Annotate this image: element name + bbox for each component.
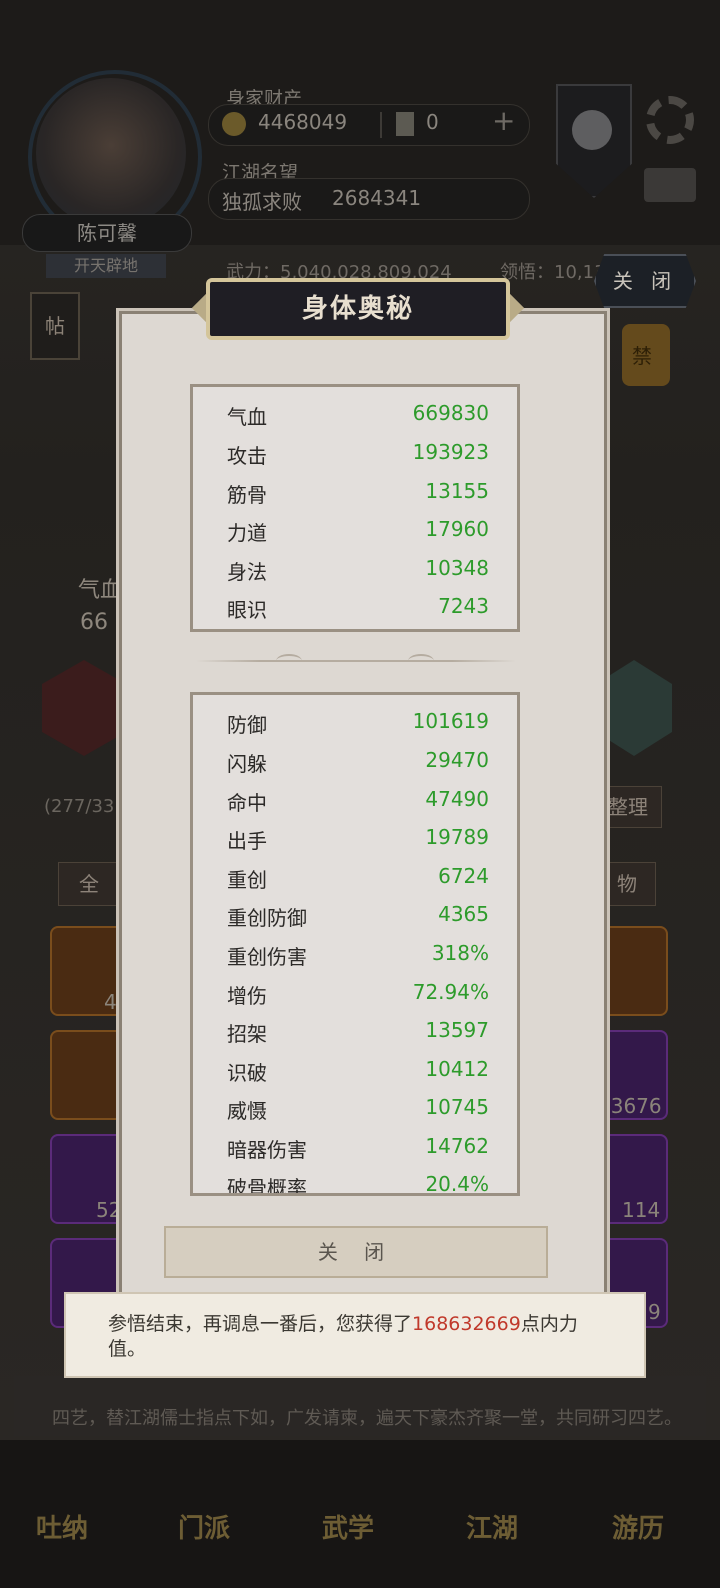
stat-row: 重创防御 4365 bbox=[227, 902, 489, 940]
stat-label: 眼识 bbox=[227, 598, 267, 622]
stat-row: 重创 6724 bbox=[227, 864, 489, 902]
nav-wuxue[interactable]: 武学 bbox=[322, 1508, 374, 1545]
stat-value: 72.94% bbox=[412, 980, 489, 1004]
filter-all-tab[interactable]: 全 bbox=[58, 862, 120, 906]
avatar[interactable] bbox=[36, 78, 186, 228]
stat-value: 6724 bbox=[438, 864, 489, 888]
stat-label: 增伤 bbox=[227, 984, 267, 1008]
stat-value: 101619 bbox=[412, 709, 489, 733]
stat-row: 身法 10348 bbox=[227, 556, 489, 594]
stat-value: 13597 bbox=[425, 1018, 489, 1042]
stat-row: 招架 13597 bbox=[227, 1018, 489, 1056]
stat-value: 47490 bbox=[425, 787, 489, 811]
player-subtag: 开天辟地 bbox=[46, 254, 166, 278]
nav-menpai[interactable]: 门派 bbox=[178, 1508, 230, 1545]
toast-amount: 168632669 bbox=[412, 1313, 521, 1335]
slot-count: 114 bbox=[622, 1198, 661, 1222]
stat-label: 闪躲 bbox=[227, 752, 267, 776]
stat-row: 识破 10412 bbox=[227, 1057, 489, 1095]
modal-title: 身体奥秘 bbox=[206, 278, 510, 340]
slot-count: 4 bbox=[104, 990, 117, 1014]
tie-button[interactable]: 帖 bbox=[30, 292, 80, 360]
stat-row: 力道 17960 bbox=[227, 517, 489, 555]
wealth-bar bbox=[208, 104, 530, 146]
card-count: 0 bbox=[426, 110, 439, 134]
stat-row: 增伤 72.94% bbox=[227, 980, 489, 1018]
player-name: 陈可馨 bbox=[22, 214, 192, 252]
coin-count: 4468049 bbox=[258, 110, 348, 134]
inventory-count: (277/33 bbox=[44, 796, 115, 817]
stat-label: 破骨概率 bbox=[227, 1176, 307, 1196]
stat-row: 闪躲 29470 bbox=[227, 748, 489, 786]
stat-row: 攻击 193923 bbox=[227, 440, 489, 478]
nav-youli[interactable]: 游历 bbox=[612, 1508, 664, 1545]
stat-label: 威慑 bbox=[227, 1099, 267, 1123]
reputation-title: 独孤求败 bbox=[222, 190, 302, 214]
gear-icon[interactable] bbox=[646, 96, 694, 144]
stat-value: 7243 bbox=[438, 594, 489, 618]
stat-row: 重创伤害 318% bbox=[227, 941, 489, 979]
coin-icon bbox=[222, 112, 246, 136]
stat-label: 力道 bbox=[227, 521, 267, 545]
description-text: 四艺，替江湖儒士指点下如，广发请柬，遍天下豪杰齐聚一堂，共同研习四艺。须知，一法… bbox=[52, 1408, 672, 1429]
stat-label: 重创 bbox=[227, 868, 267, 892]
stat-row: 气血 669830 bbox=[227, 401, 489, 439]
panel-divider bbox=[196, 660, 516, 662]
stat-label: 攻击 bbox=[227, 444, 267, 468]
stat-row: 筋骨 13155 bbox=[227, 479, 489, 517]
stat-row: 破骨概率 20.4% bbox=[227, 1172, 489, 1196]
divider-ornament-right bbox=[408, 654, 434, 668]
stat-value: 193923 bbox=[412, 440, 489, 464]
stat-label: 识破 bbox=[227, 1061, 267, 1085]
stat-value: 14762 bbox=[425, 1134, 489, 1158]
card-icon bbox=[396, 112, 414, 136]
stat-value: 17960 bbox=[425, 517, 489, 541]
nav-jianghu[interactable]: 江湖 bbox=[466, 1508, 518, 1545]
stat-value: 29470 bbox=[425, 748, 489, 772]
stat-label: 气血 bbox=[227, 405, 267, 429]
stat-label: 身法 bbox=[227, 560, 267, 584]
divider-ornament-left bbox=[276, 654, 302, 668]
top-close-button[interactable]: 关 闭 bbox=[594, 254, 696, 308]
mail-icon[interactable] bbox=[644, 168, 696, 202]
stat-label: 出手 bbox=[227, 829, 267, 853]
modal-close-button[interactable]: 关 闭 bbox=[164, 1226, 548, 1278]
stat-value: 10412 bbox=[425, 1057, 489, 1081]
stat-row: 眼识 7243 bbox=[227, 594, 489, 632]
stat-label: 筋骨 bbox=[227, 483, 267, 507]
stat-label: 暗器伤害 bbox=[227, 1138, 307, 1162]
yinyang-icon bbox=[572, 110, 612, 150]
stat-row: 威慑 10745 bbox=[227, 1095, 489, 1133]
stat-value: 13155 bbox=[425, 479, 489, 503]
inventory-slot[interactable] bbox=[50, 1030, 124, 1120]
nav-tuna[interactable]: 吐纳 bbox=[36, 1508, 88, 1545]
stat-value: 318% bbox=[431, 941, 489, 965]
stat-label: 招架 bbox=[227, 1022, 267, 1046]
stat-row: 暗器伤害 14762 bbox=[227, 1134, 489, 1172]
wealth-divider bbox=[380, 112, 382, 138]
stat-row: 出手 19789 bbox=[227, 825, 489, 863]
stat-label: 重创伤害 bbox=[227, 945, 307, 969]
add-currency-button[interactable]: + bbox=[492, 104, 515, 137]
stat-value: 4365 bbox=[438, 902, 489, 926]
stat-label: 防御 bbox=[227, 713, 267, 737]
advanced-stats-panel[interactable]: 防御 101619 闪躲 29470 命中 47490 出手 19789 重创 … bbox=[190, 692, 520, 1196]
stat-value: 669830 bbox=[412, 401, 489, 425]
toast-text: 参悟结束，再调息一番后，您获得了168632669点内力值。 bbox=[108, 1312, 608, 1362]
toast-prefix: 参悟结束，再调息一番后，您获得了 bbox=[108, 1313, 413, 1335]
stat-row: 命中 47490 bbox=[227, 787, 489, 825]
hp-value-bg: 66 bbox=[80, 610, 108, 635]
stat-label: 命中 bbox=[227, 791, 267, 815]
stat-value: 10745 bbox=[425, 1095, 489, 1119]
toast-message: 参悟结束，再调息一番后，您获得了168632669点内力值。 bbox=[64, 1292, 646, 1378]
base-stats-panel: 气血 669830 攻击 193923 筋骨 13155 力道 17960 身法… bbox=[190, 384, 520, 632]
lantern-label: 禁 bbox=[632, 344, 652, 368]
stat-value: 10348 bbox=[425, 556, 489, 580]
reputation-value: 2684341 bbox=[332, 186, 422, 210]
stat-label: 重创防御 bbox=[227, 906, 307, 930]
stat-value: 20.4% bbox=[425, 1172, 489, 1196]
stat-value: 19789 bbox=[425, 825, 489, 849]
slot-count: 9 bbox=[648, 1300, 661, 1324]
stat-row: 防御 101619 bbox=[227, 709, 489, 747]
